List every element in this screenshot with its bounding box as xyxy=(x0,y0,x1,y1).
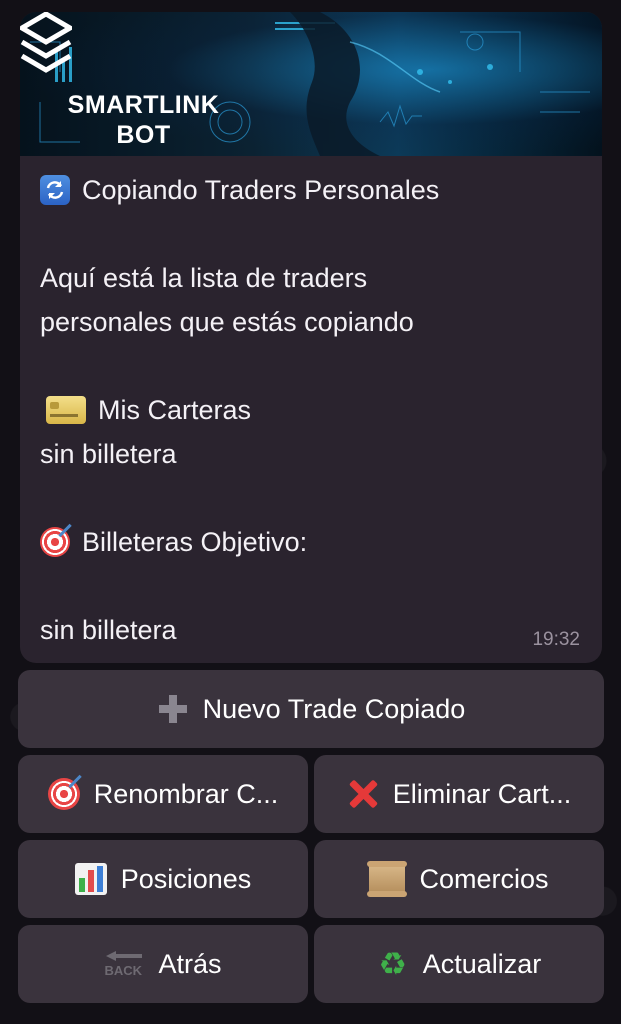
new-copy-trade-label: Nuevo Trade Copiado xyxy=(202,693,466,724)
back-button[interactable]: BACK Atrás xyxy=(18,925,308,1003)
message-title: Copiando Traders Personales xyxy=(40,168,585,212)
positions-label: Posiciones xyxy=(120,863,252,894)
refresh-icon xyxy=(40,175,70,205)
brand-name: SMARTLINK BOT xyxy=(67,91,220,149)
cross-mark-icon xyxy=(347,778,379,810)
recycle-icon: ♻ xyxy=(378,946,408,982)
message-text: Copiando Traders Personales Aquí está la… xyxy=(40,168,585,652)
trades-button[interactable]: Comercios xyxy=(314,840,604,918)
message-timestamp: 19:32 xyxy=(532,629,580,650)
back-label: Atrás xyxy=(158,948,222,979)
back-arrow-icon: BACK xyxy=(104,948,144,980)
intro-line-2: personales que estás copiando xyxy=(40,307,414,337)
my-wallets-heading: Mis Carteras xyxy=(40,388,585,432)
target-icon xyxy=(47,778,80,810)
delete-wallet-button[interactable]: Eliminar Cart... xyxy=(314,755,604,833)
bot-message-bubble: SMARTLINK BOT Copiando Traders Personale… xyxy=(20,12,602,663)
plus-icon xyxy=(157,693,189,725)
rename-wallet-button[interactable]: Renombrar C... xyxy=(18,755,308,833)
refresh-button[interactable]: ♻ Actualizar xyxy=(314,925,604,1003)
trades-label: Comercios xyxy=(419,863,549,894)
target-icon xyxy=(40,527,70,557)
new-copy-trade-button[interactable]: Nuevo Trade Copiado xyxy=(18,670,604,748)
credit-card-icon xyxy=(46,396,86,424)
smartlink-logo-icon xyxy=(20,12,72,73)
positions-button[interactable]: Posiciones xyxy=(18,840,308,918)
intro-line-1: Aquí está la lista de traders xyxy=(40,263,368,293)
target-wallets-heading: Billeteras Objetivo: xyxy=(40,520,585,564)
my-wallets-value: sin billetera xyxy=(40,439,177,469)
delete-wallet-label: Eliminar Cart... xyxy=(392,778,572,809)
banner-image: SMARTLINK BOT xyxy=(20,12,602,156)
scroll-icon xyxy=(367,861,408,897)
rename-wallet-label: Renombrar C... xyxy=(93,778,279,809)
bar-chart-icon xyxy=(74,863,107,895)
target-wallets-value: sin billetera xyxy=(40,615,177,645)
refresh-label: Actualizar xyxy=(422,948,542,979)
